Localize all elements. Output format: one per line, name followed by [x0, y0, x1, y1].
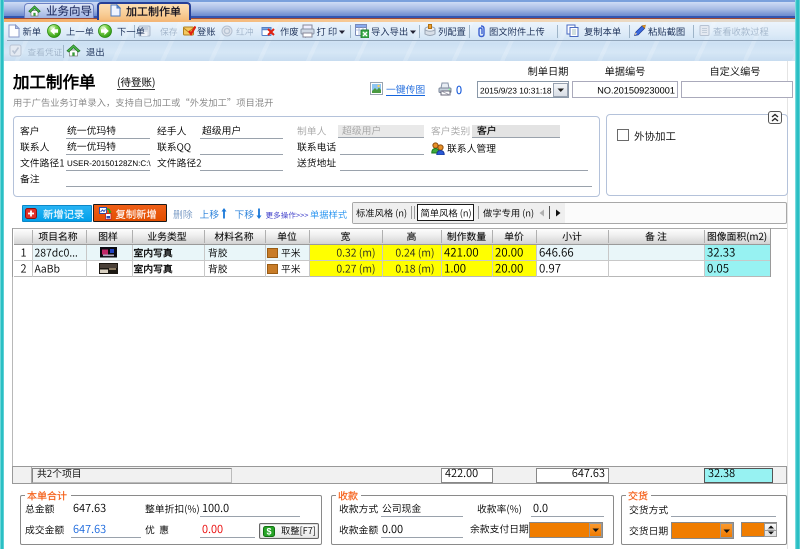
svg-text:$: $ [266, 526, 271, 536]
